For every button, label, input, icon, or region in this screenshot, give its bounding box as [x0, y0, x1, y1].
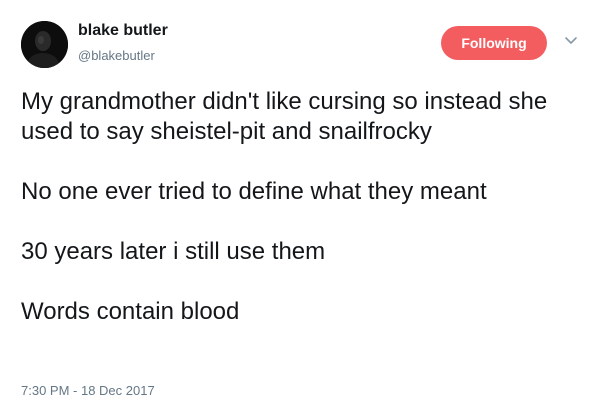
tweet-text: My grandmother didn't like cursing so in…	[21, 87, 581, 327]
tweet-paragraph: No one ever tried to define what they me…	[21, 178, 487, 205]
chevron-down-icon	[565, 37, 577, 44]
avatar[interactable]	[21, 21, 68, 68]
author-display-name[interactable]: blake butler	[78, 22, 168, 40]
tweet-paragraph: My grandmother didn't like cursing so in…	[21, 88, 548, 145]
tweet-paragraph: 30 years later i still use them	[21, 238, 326, 265]
user-avatar-photo-icon	[21, 21, 68, 68]
tweet-menu-button[interactable]	[562, 34, 580, 48]
author-handle[interactable]: @blakebutler	[78, 48, 155, 63]
tweet-card: blake butler @blakebutler Following My g…	[0, 0, 596, 407]
tweet-timestamp[interactable]: 7:30 PM - 18 Dec 2017	[21, 383, 155, 398]
tweet-paragraph: Words contain blood	[21, 298, 240, 325]
following-button[interactable]: Following	[441, 26, 547, 60]
